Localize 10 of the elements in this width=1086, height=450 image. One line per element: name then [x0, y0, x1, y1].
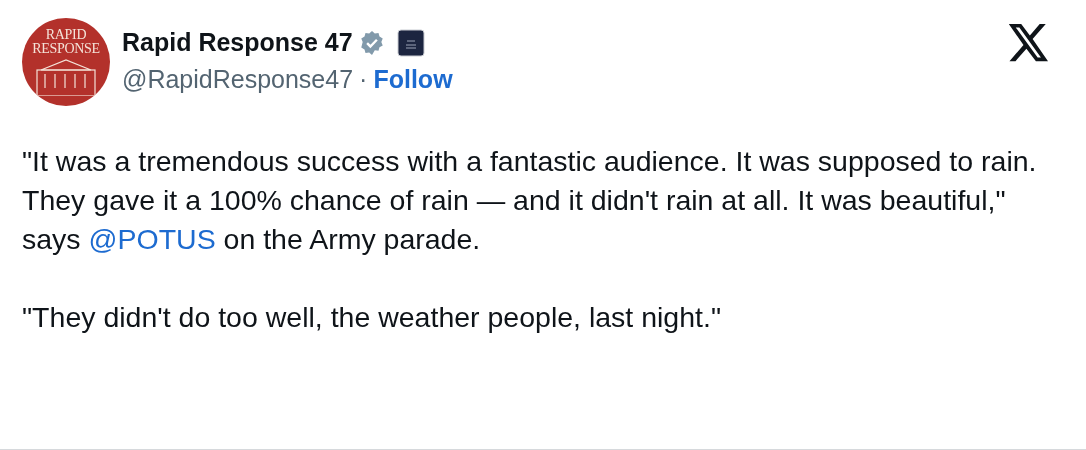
profile-avatar[interactable]: RAPID RESPONSE — [22, 18, 110, 106]
mention-link[interactable]: @POTUS — [88, 223, 216, 255]
x-logo-icon[interactable] — [1008, 24, 1050, 62]
separator-dot: · — [359, 65, 368, 94]
account-name[interactable]: Rapid Response 47 — [122, 28, 353, 57]
organization-badge-icon — [396, 28, 425, 57]
follow-link[interactable]: Follow — [373, 65, 453, 94]
post-text: "It was a tremendous success with a fantastic audience. It was supposed to rain. They gave it a 100% chance of rain — and it didn't rain at all. It was beautiful," says @POTUS on the Army parade. — [22, 144, 1038, 257]
post-text: "They didn't do too well, the weather people, last night." — [22, 300, 722, 335]
account-handle: @RapidResponse47 — [122, 65, 354, 94]
